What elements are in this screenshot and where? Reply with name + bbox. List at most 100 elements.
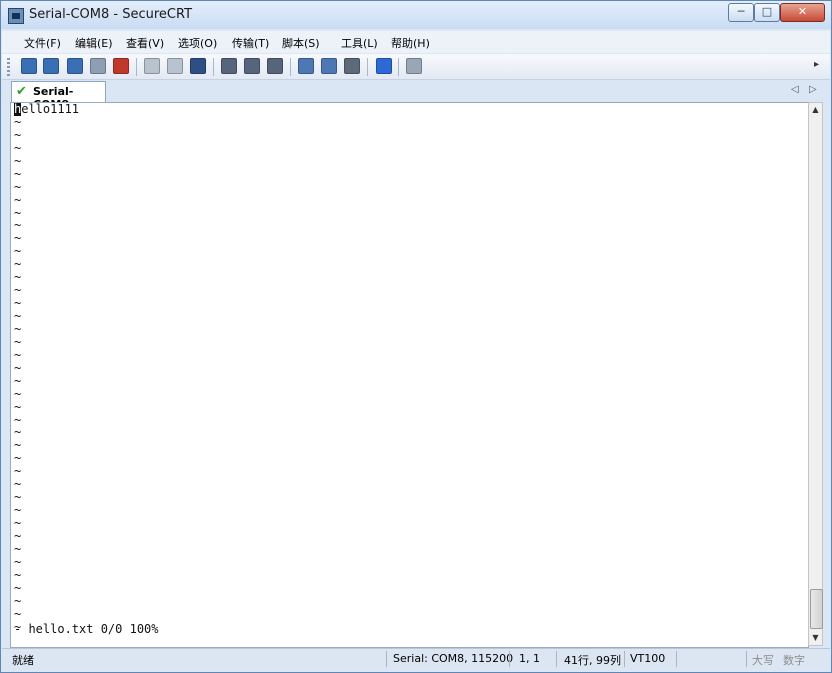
paste-icon[interactable] (167, 58, 183, 74)
status-divider (746, 651, 747, 667)
print-screen-icon[interactable] (221, 58, 237, 74)
vim-tilde-line: ~ (14, 490, 22, 505)
vim-tilde-line: ~ (14, 166, 22, 181)
scrollbar-thumb[interactable] (810, 589, 823, 629)
menu-help[interactable]: 帮助(H) (391, 35, 430, 51)
status-divider (509, 651, 510, 667)
disconnect-icon[interactable] (113, 58, 129, 74)
tab-scroll-right-icon[interactable]: ▷ (809, 84, 817, 95)
vim-tilde-line: ~ (14, 218, 22, 233)
copy-icon[interactable] (144, 58, 160, 74)
minimize-button[interactable]: ─ (728, 3, 754, 22)
toolbar-grip[interactable] (7, 58, 10, 76)
connect-in-tab-icon[interactable] (67, 58, 83, 74)
keymap-icon[interactable] (344, 58, 360, 74)
toolbar-separator (290, 58, 291, 76)
menu-edit[interactable]: 编辑(E) (75, 35, 113, 51)
vim-tilde-line: ~ (14, 451, 22, 466)
find-icon[interactable] (190, 58, 206, 74)
vim-tilde-line: ~ (14, 257, 22, 272)
vim-empty-lines: ~ ~ ~ ~ ~ ~ ~ ~ ~ ~ ~ ~ ~ ~ ~ ~ ~ ~ ~ ~ ~ ~ ~ ~ ~ ~ ~ ~ ~ ~ ~ ~ ~ ~ ~ ~ ~ ~ ~ ~ (14, 114, 79, 634)
menu-file[interactable]: 文件(F) (24, 35, 61, 51)
tab-scroll-left-icon[interactable]: ◁ (791, 84, 799, 95)
close-button[interactable]: ✕ (780, 3, 825, 22)
vim-tilde-line: ~ (14, 179, 22, 194)
status-emulation: VT100 (630, 652, 666, 665)
vim-tilde-line: ~ (14, 412, 22, 427)
terminal-screen[interactable]: hello1111 ~ ~ ~ ~ ~ ~ ~ ~ ~ ~ ~ ~ ~ ~ ~ ~ ~ ~ ~ ~ ~ ~ ~ ~ ~ ~ ~ ~ ~ ~… (10, 102, 809, 648)
vim-tilde-line: ~ (14, 438, 22, 453)
vim-tilde-line: ~ (14, 373, 22, 388)
vim-tilde-line: ~ (14, 477, 22, 492)
scroll-down-arrow-icon[interactable]: ▼ (809, 631, 822, 645)
vim-tilde-line: ~ (14, 528, 22, 543)
vim-tilde-line: ~ (14, 347, 22, 362)
menu-options[interactable]: 选项(O) (178, 35, 217, 51)
vim-tilde-line: ~ (14, 554, 22, 569)
vim-tilde-line: ~ (14, 567, 22, 582)
toolbar: ▸ (2, 54, 830, 80)
vertical-scrollbar[interactable]: ▲ ▼ (808, 102, 823, 646)
vim-tilde-line: ~ (14, 140, 22, 155)
vim-tilde-line: ~ (14, 334, 22, 349)
print-icon[interactable] (267, 58, 283, 74)
status-divider (624, 651, 625, 667)
vim-tilde-line: ~ (14, 153, 22, 168)
menu-tools[interactable]: 工具(L) (341, 35, 378, 51)
menu-script[interactable]: 脚本(S) (282, 35, 320, 51)
status-connection: Serial: COM8, 115200 (393, 652, 514, 665)
vim-tilde-line: ~ (14, 541, 22, 556)
status-divider (556, 651, 557, 667)
status-caps-lock: 大写 (752, 654, 774, 667)
vim-tilde-line: ~ (14, 360, 22, 375)
scroll-up-arrow-icon[interactable]: ▲ (809, 103, 822, 117)
toolbar-extra-icon[interactable] (406, 58, 422, 74)
toolbar-separator (398, 58, 399, 76)
vim-tilde-line: ~ (14, 593, 22, 608)
vim-tilde-line: ~ (14, 127, 22, 142)
securecrt-app-icon[interactable] (8, 8, 24, 24)
vim-tilde-line: ~ (14, 205, 22, 220)
vim-tilde-line: ~ (14, 580, 22, 595)
vim-tilde-line: ~ (14, 321, 22, 336)
title-bar[interactable]: Serial-COM8 - SecureCRT ─ □ ✕ (1, 1, 831, 29)
vim-tilde-line: ~ (14, 606, 22, 621)
vim-tilde-line: ~ (14, 296, 22, 311)
reconnect-icon[interactable] (90, 58, 106, 74)
status-divider (386, 651, 387, 667)
vim-tilde-line: ~ (14, 503, 22, 518)
vim-tilde-line: ~ (14, 464, 22, 479)
connect-icon[interactable] (21, 58, 37, 74)
menu-view[interactable]: 查看(V) (126, 35, 164, 51)
vim-tilde-line: ~ (14, 192, 22, 207)
help-icon[interactable] (376, 58, 392, 74)
terminal-lines: hello1111 ~ ~ ~ ~ ~ ~ ~ ~ ~ ~ ~ ~ ~ ~ ~ ~ ~ ~ ~ ~ ~ ~ ~ ~ ~ ~ ~ ~ ~ ~… (14, 103, 79, 633)
maximize-button[interactable]: □ (754, 3, 780, 22)
window-title: Serial-COM8 - SecureCRT (29, 7, 193, 22)
vim-tilde-line: ~ (14, 114, 22, 129)
toolbar-separator (213, 58, 214, 76)
toolbar-overflow-chevron-icon[interactable]: ▸ (814, 59, 819, 70)
status-bar: 就绪 Serial: COM8, 115200 1, 1 41行, 99列 VT… (2, 648, 830, 670)
tab-serial-com8[interactable]: ✔ Serial-COM8 (11, 81, 106, 111)
print-selection-icon[interactable] (244, 58, 260, 74)
global-options-icon[interactable] (321, 58, 337, 74)
status-cursor-position: 1, 1 (519, 652, 540, 665)
menu-transfer[interactable]: 传输(T) (232, 35, 269, 51)
vim-status-line: - hello.txt 0/0 100% (14, 622, 159, 636)
vim-tilde-line: ~ (14, 399, 22, 414)
vim-tilde-line: ~ (14, 231, 22, 246)
vim-tilde-line: ~ (14, 270, 22, 285)
vim-tilde-line: ~ (14, 283, 22, 298)
session-tab-bar: ✔ Serial-COM8 ◁ ▷ (2, 80, 830, 111)
quick-connect-icon[interactable] (43, 58, 59, 74)
status-ready: 就绪 (12, 654, 34, 667)
vim-tilde-line: ~ (14, 425, 22, 440)
terminal-line: hello1111 (14, 103, 79, 116)
toolbar-separator (136, 58, 137, 76)
app-window: Serial-COM8 - SecureCRT ─ □ ✕ 文件(F) 编辑(E… (0, 0, 832, 673)
toolbar-separator (367, 58, 368, 76)
vim-tilde-line: ~ (14, 386, 22, 401)
vim-tilde-line: ~ (14, 516, 22, 530)
session-options-icon[interactable] (298, 58, 314, 74)
